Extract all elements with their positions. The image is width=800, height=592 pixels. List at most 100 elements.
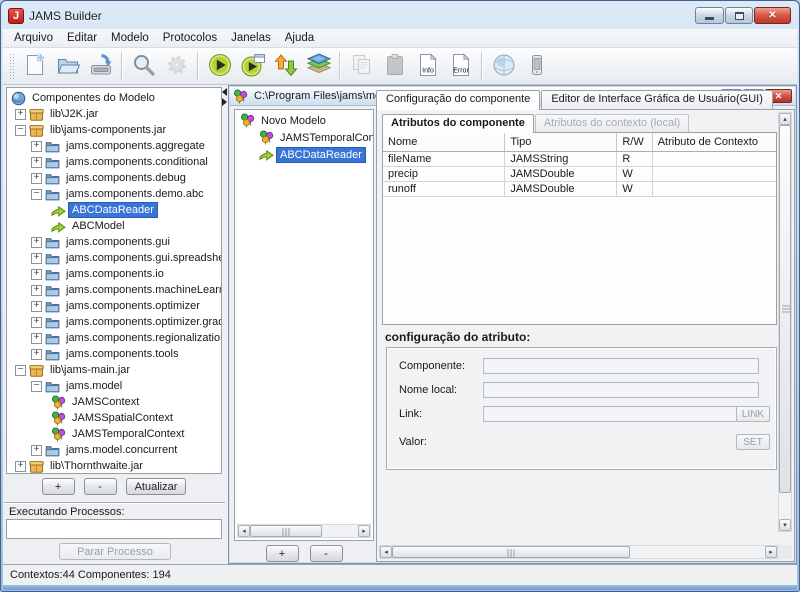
table-row[interactable]: fileNameJAMSStringR [383, 151, 776, 166]
tree-item[interactable]: Novo Modelo [235, 112, 373, 129]
scrollbar-track[interactable] [322, 525, 358, 537]
expand-handle-icon[interactable]: + [31, 237, 42, 248]
expand-handle-icon[interactable]: + [31, 285, 42, 296]
search-button[interactable] [127, 50, 160, 83]
scroll-right-icon[interactable]: ▸ [358, 525, 370, 537]
column-header[interactable]: Atributo de Contexto [652, 133, 776, 151]
collapse-handle-icon[interactable]: − [31, 381, 42, 392]
component-library-tree[interactable]: Componentes do Modelo+lib\J2K.jar−lib\ja… [6, 87, 222, 474]
run-model-button[interactable] [203, 50, 236, 83]
attributes-table[interactable]: NomeTipoR/WAtributo de Contexto fileName… [383, 133, 776, 197]
new-model-button[interactable] [18, 50, 51, 83]
column-header[interactable]: Nome [383, 133, 505, 151]
scrollbar-track[interactable] [779, 493, 791, 519]
scroll-left-icon[interactable]: ◂ [238, 525, 250, 537]
set-button[interactable]: SET [736, 434, 770, 450]
tree-item[interactable]: −lib\jams-components.jar [7, 122, 221, 138]
tab-component-config[interactable]: Configuração do componente [376, 90, 540, 110]
menu-arquivo[interactable]: Arquivo [7, 30, 60, 46]
config-vscrollbar[interactable]: ▴ ▾ [778, 112, 792, 532]
tree-item[interactable]: +jams.components.gui.spreadsheet [7, 250, 221, 266]
table-cell[interactable]: R [617, 151, 652, 166]
maximize-button[interactable] [725, 7, 753, 24]
save-model-button[interactable] [84, 50, 117, 83]
web-globe-button[interactable] [487, 50, 520, 83]
scroll-right-icon[interactable]: ▸ [765, 546, 777, 558]
scrollbar-track[interactable] [630, 546, 765, 558]
table-cell[interactable]: W [617, 166, 652, 181]
tree-item[interactable]: ABCModel [7, 218, 221, 234]
column-header[interactable]: R/W [617, 133, 652, 151]
model-structure-tree[interactable]: Novo ModeloJAMSTemporalContexABCDataRead… [234, 109, 374, 541]
tree-item[interactable]: Componentes do Modelo [7, 90, 221, 106]
tree-item[interactable]: ABCDataReader [7, 202, 221, 218]
menu-modelo[interactable]: Modelo [104, 30, 156, 46]
upload-download-arrows-button[interactable] [269, 50, 302, 83]
expand-handle-icon[interactable]: + [31, 269, 42, 280]
tree-item[interactable]: +jams.components.optimizer.gradient [7, 314, 221, 330]
tree-item[interactable]: +jams.components.tools [7, 346, 221, 362]
toolbar-drag-handle[interactable] [9, 53, 15, 79]
remove-library-button[interactable]: - [84, 478, 117, 495]
table-cell[interactable]: W [617, 181, 652, 196]
tree-item[interactable]: −lib\jams-main.jar [7, 362, 221, 378]
tree-item[interactable]: ABCDataReader [235, 146, 373, 163]
tree-item[interactable]: +jams.components.optimizer [7, 298, 221, 314]
config-hscrollbar[interactable]: ◂ ▸ [379, 545, 778, 559]
add-library-button[interactable]: + [42, 478, 75, 495]
table-row[interactable]: precipJAMSDoubleW [383, 166, 776, 181]
tree-item[interactable]: +lib\J2K.jar [7, 106, 221, 122]
menu-janelas[interactable]: Janelas [224, 30, 278, 46]
processes-list[interactable] [6, 519, 222, 539]
scroll-down-icon[interactable]: ▾ [779, 519, 791, 531]
scroll-left-icon[interactable]: ◂ [380, 546, 392, 558]
model-tree-hscrollbar[interactable]: ◂ ▸ [237, 524, 371, 538]
copy-pages-button[interactable] [345, 50, 378, 83]
column-header[interactable]: Tipo [505, 133, 617, 151]
tree-item[interactable]: +lib\Thornthwaite.jar [7, 458, 221, 474]
expand-handle-icon[interactable]: + [31, 349, 42, 360]
nome-local-field[interactable] [483, 382, 759, 398]
table-cell[interactable]: JAMSDouble [505, 166, 617, 181]
expand-handle-icon[interactable]: + [31, 141, 42, 152]
table-cell[interactable]: JAMSString [505, 151, 617, 166]
tree-item[interactable]: −jams.model [7, 378, 221, 394]
expand-handle-icon[interactable]: + [31, 333, 42, 344]
expand-handle-icon[interactable]: + [31, 445, 42, 456]
tree-item[interactable]: +jams.components.gui [7, 234, 221, 250]
info-document-button[interactable]: Info [411, 50, 444, 83]
scrollbar-thumb[interactable] [250, 525, 322, 537]
expand-right-icon[interactable] [222, 98, 227, 106]
tree-item[interactable]: +jams.components.io [7, 266, 221, 282]
menu-editar[interactable]: Editar [60, 30, 104, 46]
scrollbar-thumb[interactable] [779, 125, 791, 493]
table-cell[interactable]: runoff [383, 181, 505, 196]
table-cell[interactable]: JAMSDouble [505, 181, 617, 196]
tree-item[interactable]: +jams.components.regionalization [7, 330, 221, 346]
menu-ajuda[interactable]: Ajuda [278, 30, 321, 46]
tree-item[interactable]: JAMSSpatialContext [7, 410, 221, 426]
tab-gui-editor[interactable]: Editor de Interface Gráfica de Usuário(G… [541, 90, 773, 109]
table-cell[interactable]: precip [383, 166, 505, 181]
settings-gear-button[interactable] [160, 50, 193, 83]
stop-process-button[interactable]: Parar Processo [59, 543, 171, 560]
scrollbar-thumb[interactable] [392, 546, 630, 558]
expand-handle-icon[interactable]: + [31, 157, 42, 168]
table-cell[interactable] [652, 181, 776, 196]
tree-item[interactable]: +jams.components.conditional [7, 154, 221, 170]
collapse-handle-icon[interactable]: − [31, 189, 42, 200]
tree-item[interactable]: +jams.components.debug [7, 170, 221, 186]
componente-field[interactable] [483, 358, 759, 374]
tree-item[interactable]: +jams.components.machineLearning [7, 282, 221, 298]
collapse-handle-icon[interactable]: − [15, 125, 26, 136]
table-cell[interactable] [652, 151, 776, 166]
tree-item[interactable]: +jams.components.aggregate [7, 138, 221, 154]
expand-handle-icon[interactable]: + [31, 301, 42, 312]
table-cell[interactable]: fileName [383, 151, 505, 166]
expand-handle-icon[interactable]: + [15, 109, 26, 120]
collapse-left-icon[interactable] [222, 88, 227, 96]
title-bar[interactable]: J JAMS Builder ✕ [3, 3, 797, 29]
tree-item[interactable]: JAMSTemporalContex [235, 129, 373, 146]
close-button[interactable]: ✕ [754, 7, 791, 24]
remove-component-button[interactable]: - [310, 545, 343, 562]
